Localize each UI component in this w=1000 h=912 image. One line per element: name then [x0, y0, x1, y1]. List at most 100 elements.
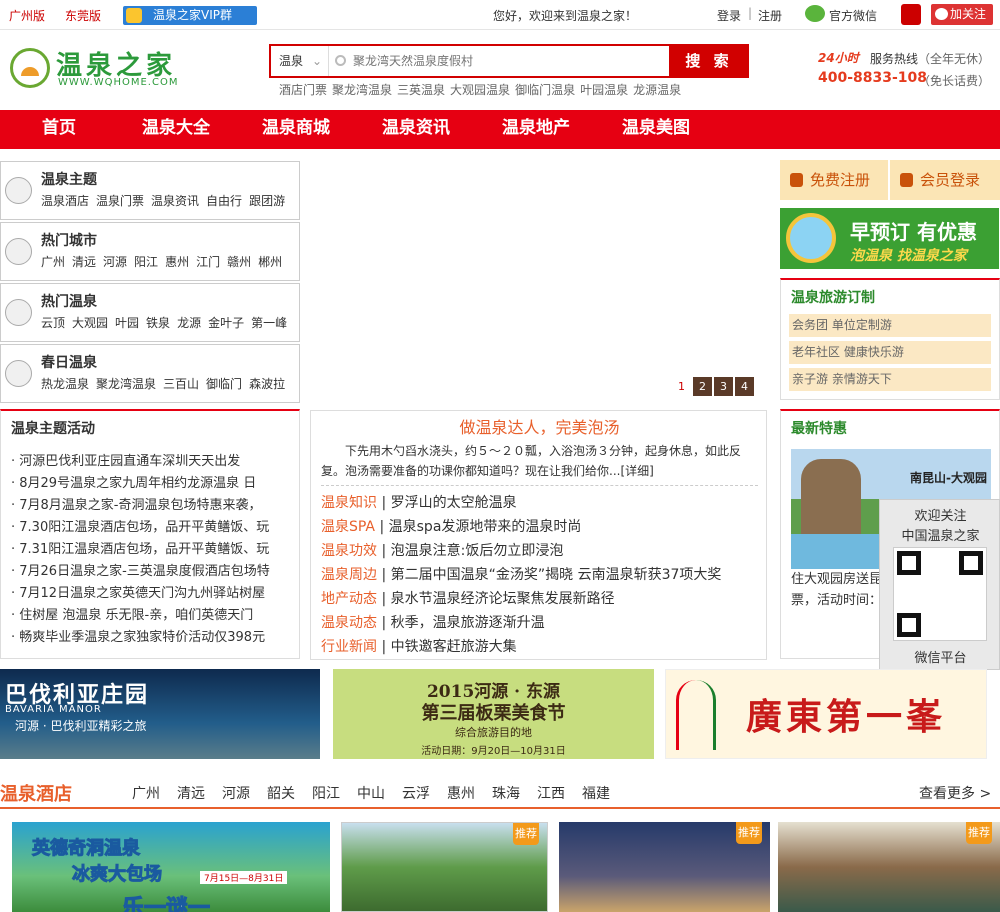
member-login-button[interactable]: 会员登录 — [890, 160, 1000, 200]
category-link[interactable]: 河源 — [103, 255, 127, 269]
slider-page-button[interactable]: 4 — [735, 377, 754, 396]
hotel-card-image[interactable]: 推荐 — [341, 822, 548, 912]
search-type-select[interactable]: 温泉 ⌄ — [271, 46, 329, 76]
category-link[interactable]: 温泉资讯 — [151, 194, 199, 208]
list-item[interactable]: · 7.30阳江温泉酒店包场，品开平黄鳝饭、玩 — [11, 517, 297, 539]
article-title[interactable]: 做温泉达人，完美泡汤 — [311, 414, 768, 438]
tab-city[interactable]: 广州 — [132, 786, 160, 802]
slider-page-button[interactable]: 3 — [714, 377, 733, 396]
category-link[interactable]: 郴州 — [258, 255, 282, 269]
view-more-link[interactable]: 查看更多 > — [919, 783, 991, 803]
category-link[interactable]: 大观园 — [72, 316, 108, 330]
news-item[interactable]: 行业新闻 | 中铁邀客赶旅游大集 — [321, 635, 721, 659]
category-link[interactable]: 自由行 — [206, 194, 242, 208]
slider-page-button[interactable]: 2 — [693, 377, 712, 396]
category-link[interactable]: 云顶 — [41, 316, 65, 330]
banner-first-peak[interactable]: 廣東第一峯 — [665, 669, 987, 759]
banner-chestnut-festival[interactable]: 2015河源 · 东源 第三届板栗美食节 综合旅游目的地 活动日期：9月20日—… — [333, 669, 654, 759]
tab-city[interactable]: 云浮 — [402, 786, 430, 802]
list-item[interactable]: · 7月26日温泉之家-三英温泉度假酒店包场特 — [11, 561, 297, 583]
category-link[interactable]: 热龙温泉 — [41, 377, 89, 391]
list-item[interactable]: · 7月8月温泉之家-奇洞温泉包场特惠来袭， — [11, 495, 297, 517]
city-link-dongguan[interactable]: 东莞版 — [65, 7, 101, 24]
hotword-link[interactable]: 三英温泉 — [397, 83, 445, 97]
early-booking-promo[interactable]: 早预订 有优惠 泡温泉 找温泉之家 — [780, 208, 999, 269]
news-item[interactable]: 温泉功效 | 泡温泉注意:饭后勿立即浸泡 — [321, 539, 721, 563]
hotel-card-image[interactable]: 推荐 — [778, 822, 1000, 912]
hot-search-words: 酒店门票 聚龙湾温泉 三英温泉 大观园温泉 御临门温泉 叶园温泉 龙源温泉 — [279, 81, 686, 98]
category-link[interactable]: 江门 — [196, 255, 220, 269]
news-item[interactable]: 地产动态 | 泉水节温泉经济论坛聚焦发展新路径 — [321, 587, 721, 611]
tab-city[interactable]: 韶关 — [267, 786, 295, 802]
vip-group-button[interactable]: 温泉之家VIP群 — [123, 6, 257, 25]
travel-option[interactable]: 会务团 单位定制游 — [789, 314, 991, 337]
list-item[interactable]: · 7.31阳江温泉酒店包场，品开平黄鳝饭、玩 — [11, 539, 297, 561]
tab-city[interactable]: 江西 — [537, 786, 565, 802]
panel-title: 温泉主题活动 — [11, 421, 95, 437]
tab-city[interactable]: 清远 — [177, 786, 205, 802]
category-link[interactable]: 聚龙湾温泉 — [96, 377, 156, 391]
nav-news[interactable]: 温泉资讯 — [382, 110, 450, 149]
category-link[interactable]: 温泉酒店 — [41, 194, 89, 208]
category-link[interactable]: 惠州 — [165, 255, 189, 269]
category-link[interactable]: 第一峰 — [251, 316, 287, 330]
news-item[interactable]: 温泉动态 | 秋季，温泉旅游逐渐升温 — [321, 611, 721, 635]
tab-city[interactable]: 珠海 — [492, 786, 520, 802]
category-link[interactable]: 温泉门票 — [96, 194, 144, 208]
hotword-link[interactable]: 聚龙湾温泉 — [332, 83, 392, 97]
category-link[interactable]: 清远 — [72, 255, 96, 269]
mobile-icon[interactable] — [901, 4, 921, 25]
nav-home[interactable]: 首页 — [42, 110, 76, 149]
category-link[interactable]: 御临门 — [206, 377, 242, 391]
list-item[interactable]: · 8月29号温泉之家九周年相约龙源温泉 日 — [11, 473, 297, 495]
list-item[interactable]: · 住树屋 泡温泉 乐无限-亲，咱们英德天门 — [11, 605, 297, 627]
category-link[interactable]: 三百山 — [163, 377, 199, 391]
hotword-link[interactable]: 酒店门票 — [279, 83, 327, 97]
category-link[interactable]: 跟团游 — [249, 194, 285, 208]
hotel-card-image[interactable]: 推荐 — [559, 822, 770, 912]
slider-page-button[interactable]: 1 — [672, 377, 691, 396]
tab-city[interactable]: 福建 — [582, 786, 610, 802]
list-item[interactable]: · 7月12日温泉之家英德天门沟九州驿站树屋 — [11, 583, 297, 605]
free-register-button[interactable]: 免费注册 — [780, 160, 888, 200]
category-link[interactable]: 阳江 — [134, 255, 158, 269]
wechat-link[interactable]: 官方微信 — [829, 7, 877, 24]
nav-gallery[interactable]: 温泉美图 — [622, 110, 690, 149]
category-link[interactable]: 叶园 — [115, 316, 139, 330]
divider — [0, 807, 1000, 809]
weibo-follow-button[interactable]: 加关注 — [931, 4, 993, 25]
register-link[interactable]: 注册 — [758, 7, 782, 24]
category-link[interactable]: 铁泉 — [146, 316, 170, 330]
hotel-card-image[interactable]: 英德奇洞温泉 冰爽大包场 7月15日—8月31日 乐一谜一 — [12, 822, 330, 912]
list-item[interactable]: · 畅爽毕业季温泉之家独家特价活动仅398元 — [11, 627, 297, 649]
login-link[interactable]: 登录 — [717, 7, 741, 24]
travel-option[interactable]: 亲子游 亲情游天下 — [789, 368, 991, 391]
news-item[interactable]: 温泉知识 | 罗浮山的太空舱温泉 — [321, 491, 721, 515]
hotword-link[interactable]: 御临门温泉 — [515, 83, 575, 97]
category-link[interactable]: 广州 — [41, 255, 65, 269]
hotword-link[interactable]: 叶园温泉 — [580, 83, 628, 97]
tab-city[interactable]: 阳江 — [312, 786, 340, 802]
tab-city[interactable]: 河源 — [222, 786, 250, 802]
category-link[interactable]: 金叶子 — [208, 316, 244, 330]
tab-city[interactable]: 惠州 — [447, 786, 475, 802]
banner-bavaria[interactable]: 巴伐利亚庄园 BAVARIA MANOR 河源 · 巴伐利亚精彩之旅 — [0, 669, 320, 759]
tab-city[interactable]: 中山 — [357, 786, 385, 802]
search-button[interactable]: 搜 索 — [669, 44, 749, 78]
category-link[interactable]: 龙源 — [177, 316, 201, 330]
category-link[interactable]: 森波拉 — [249, 377, 285, 391]
news-item[interactable]: 温泉SPA | 温泉spa发源地带来的温泉时尚 — [321, 515, 721, 539]
hotword-link[interactable]: 大观园温泉 — [450, 83, 510, 97]
category-link[interactable]: 赣州 — [227, 255, 251, 269]
hotword-link[interactable]: 龙源温泉 — [633, 83, 681, 97]
travel-option[interactable]: 老年社区 健康快乐游 — [789, 341, 991, 364]
nav-real-estate[interactable]: 温泉地产 — [502, 110, 570, 149]
search-input[interactable] — [353, 46, 669, 76]
news-item[interactable]: 温泉周边 | 第二届中国温泉“金汤奖”揭晓 云南温泉斩获37项大奖 — [321, 563, 721, 587]
nav-spring-guide[interactable]: 温泉大全 — [142, 110, 210, 149]
list-item[interactable]: · 河源巴伐利亚庄园直通车深圳天天出发 — [11, 451, 297, 473]
city-link-guangzhou[interactable]: 广州版 — [9, 7, 45, 24]
logo-icon[interactable] — [10, 48, 50, 88]
panel-title: 温泉旅游订制 — [791, 290, 875, 306]
nav-store[interactable]: 温泉商城 — [262, 110, 330, 149]
